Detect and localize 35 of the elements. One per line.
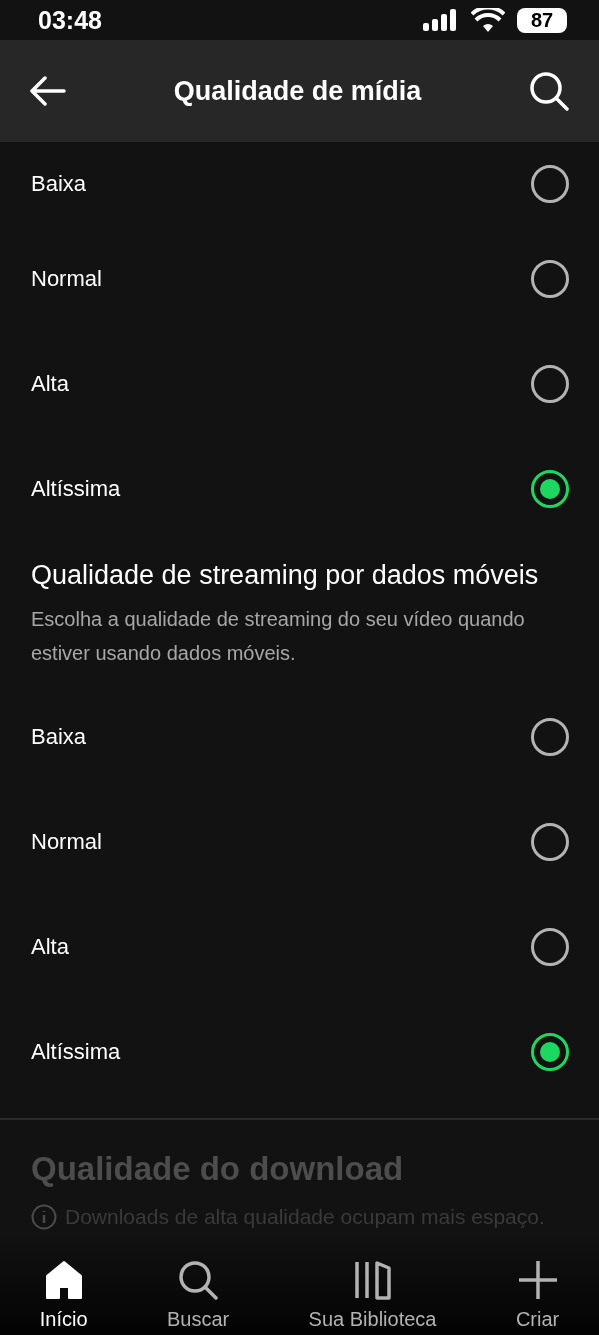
search-icon: [178, 1260, 219, 1300]
status-time: 03:48: [38, 5, 102, 35]
quality-option-label: Altíssima: [31, 1038, 121, 1065]
nav-tab[interactable]: Criar: [515, 1260, 560, 1331]
signal-icon: [423, 9, 459, 31]
section-description: Escolha a qualidade de streaming do seu vídeo quando estiver usando dados móveis.: [31, 607, 526, 666]
radio-button[interactable]: [531, 717, 569, 756]
radio-button[interactable]: [531, 364, 569, 403]
radio-button[interactable]: [531, 165, 569, 203]
plus-icon: [517, 1260, 558, 1300]
nav-tab[interactable]: Buscar: [166, 1260, 230, 1331]
search-icon[interactable]: [529, 71, 569, 111]
quality-option-label: Alta: [31, 370, 69, 397]
library-icon: [352, 1260, 393, 1300]
radio-button[interactable]: [531, 259, 569, 298]
radio-button[interactable]: [531, 927, 569, 966]
section-title: Qualidade do download: [31, 1150, 405, 1188]
battery-indicator: 87: [517, 7, 567, 33]
section-title: Qualidade de streaming por dados móveis: [31, 559, 540, 592]
quality-option-label: Normal: [31, 265, 102, 292]
quality-option-label: Alta: [31, 933, 69, 960]
page-title: Qualidade de mídia: [173, 75, 422, 107]
home-icon: [43, 1260, 84, 1300]
info-icon: [31, 1204, 57, 1230]
radio-button[interactable]: [531, 1032, 569, 1071]
radio-button[interactable]: [531, 822, 569, 861]
nav-tab[interactable]: Sua Biblioteca: [308, 1260, 437, 1331]
back-arrow-icon[interactable]: [30, 76, 66, 106]
radio-button[interactable]: [531, 469, 569, 508]
quality-option-label: Baixa: [31, 723, 87, 750]
nav-tab[interactable]: Início: [39, 1260, 88, 1331]
quality-option-label: Altíssima: [31, 475, 121, 502]
quality-option-label: Baixa: [31, 171, 87, 197]
wifi-icon: [471, 8, 505, 32]
quality-option-label: Normal: [31, 828, 102, 855]
